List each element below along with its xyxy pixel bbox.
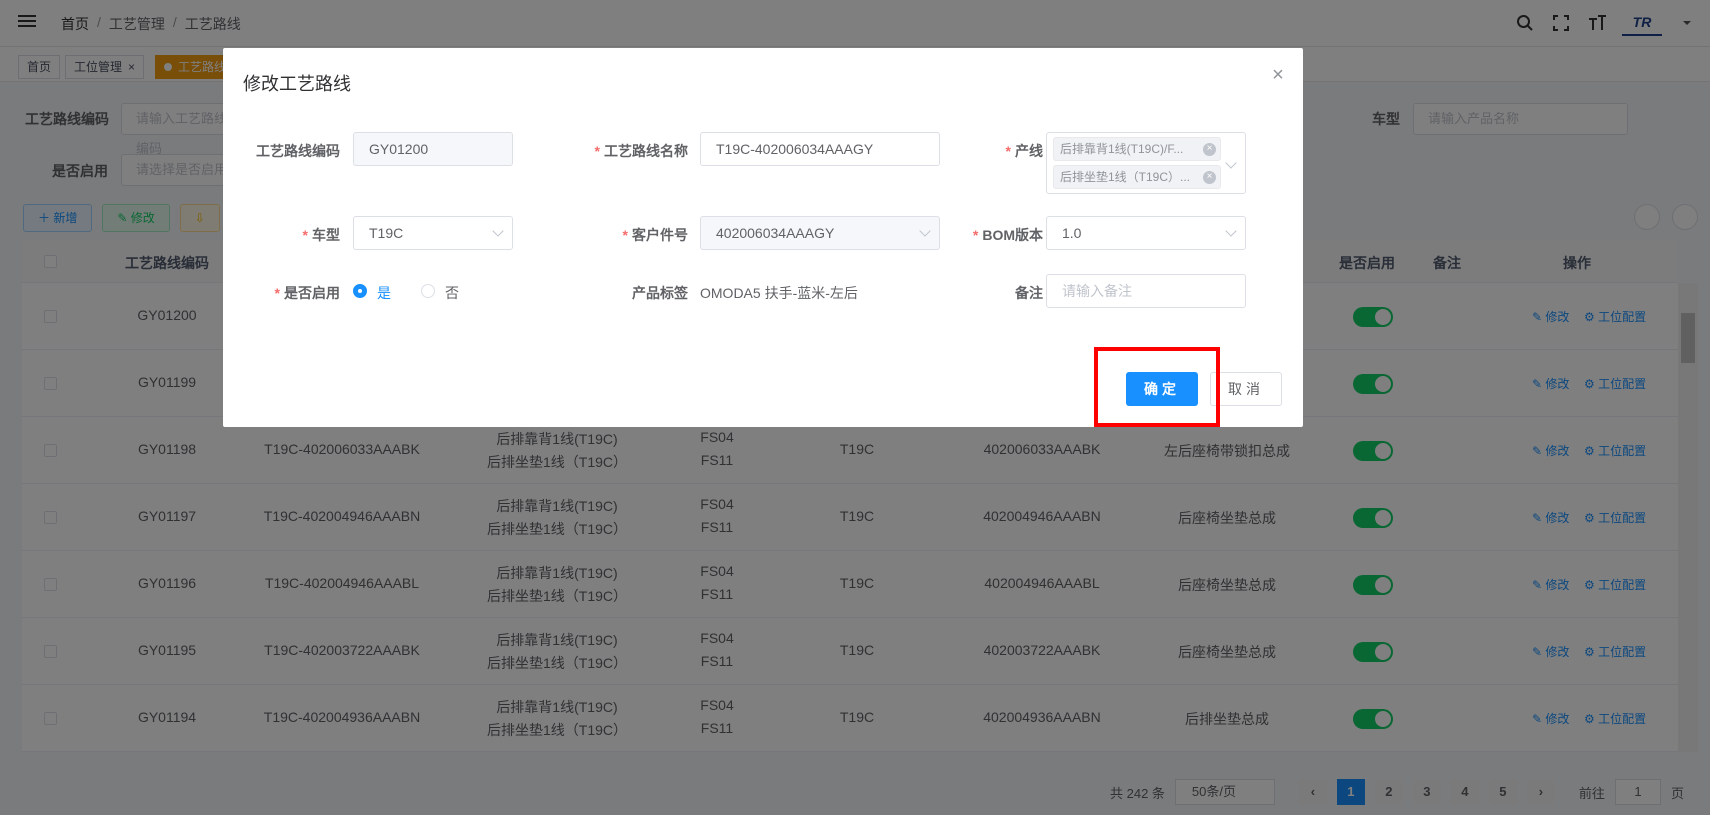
bom-label-text: BOM版本 <box>982 227 1043 243</box>
app-root: 首页 / 工艺管理 / 工艺路线 TR 首页 工位管理× 工艺路线 工艺路线编码… <box>0 0 1710 815</box>
line-label-text: 产线 <box>1015 143 1043 159</box>
close-icon[interactable]: × <box>1269 65 1287 85</box>
bom-select[interactable]: 1.0 <box>1046 216 1246 250</box>
line-chip-label: 后排坐垫1线（T19C）... <box>1060 170 1191 184</box>
cancel-button[interactable]: 取消 <box>1210 372 1282 406</box>
line-chip: 后排坐垫1线（T19C）... × <box>1053 165 1221 189</box>
remark-input[interactable]: 请输入备注 <box>1046 274 1246 308</box>
part-select[interactable]: 402006034AAAGY <box>700 216 940 250</box>
model-select[interactable]: T19C <box>353 216 513 250</box>
chevron-down-icon <box>919 225 931 237</box>
code-field[interactable]: GY01200 <box>353 132 513 166</box>
model-value: T19C <box>369 225 404 241</box>
bom-value: 1.0 <box>1062 225 1082 241</box>
product-tag-label: 产品标签 <box>632 285 688 301</box>
highlight-box <box>1094 347 1220 427</box>
line-label: * 产线 <box>1005 143 1043 159</box>
name-label: * 工艺路线名称 <box>594 143 688 159</box>
enabled-no-radio[interactable] <box>421 284 435 298</box>
dialog-title: 修改工艺路线 <box>243 74 351 94</box>
enabled-yes-radio[interactable] <box>353 284 367 298</box>
chevron-down-icon <box>1225 157 1237 169</box>
code-label: 工艺路线编码 <box>256 143 340 159</box>
name-label-text: 工艺路线名称 <box>604 143 688 159</box>
enabled-yes-label[interactable]: 是 <box>377 283 391 303</box>
enabled-label-text: 是否启用 <box>284 285 340 301</box>
chip-close-icon[interactable]: × <box>1203 171 1216 184</box>
part-label: * 客户件号 <box>622 227 688 243</box>
enabled-label: * 是否启用 <box>274 285 340 301</box>
enabled-no-label[interactable]: 否 <box>445 283 459 303</box>
name-field[interactable]: T19C-402006034AAAGY <box>700 132 940 166</box>
bom-label: * BOM版本 <box>972 227 1043 243</box>
line-chip: 后排靠背1线(T19C)/F... × <box>1053 137 1221 161</box>
chevron-down-icon <box>1225 225 1237 237</box>
part-label-text: 客户件号 <box>632 227 688 243</box>
line-multiselect[interactable]: 后排靠背1线(T19C)/F... × 后排坐垫1线（T19C）... × <box>1046 132 1246 194</box>
model-label-text: 车型 <box>312 227 340 243</box>
product-tag-value: OMODA5 扶手-蓝米-左后 <box>700 285 858 301</box>
remark-label: 备注 <box>1015 285 1043 301</box>
part-value: 402006034AAAGY <box>716 225 835 241</box>
chip-close-icon[interactable]: × <box>1203 143 1216 156</box>
model-label: * 车型 <box>302 227 340 243</box>
chevron-down-icon <box>492 225 504 237</box>
line-chip-label: 后排靠背1线(T19C)/F... <box>1060 142 1184 156</box>
